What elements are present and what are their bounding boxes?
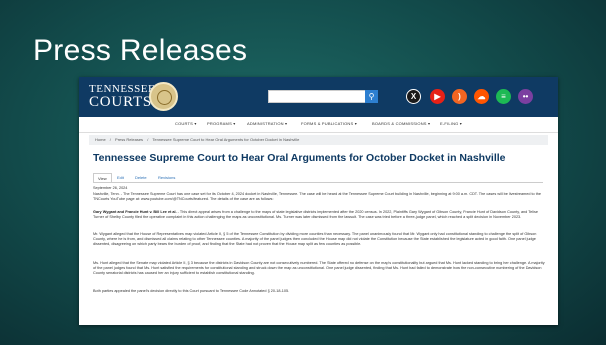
- nav-item-courts[interactable]: COURTS ▾: [175, 121, 197, 126]
- search-icon: ⚲: [368, 92, 375, 101]
- breadcrumb-current: Tennessee Supreme Court to Hear Oral Arg…: [152, 137, 300, 142]
- search-button[interactable]: ⚲: [365, 90, 378, 103]
- flickr-icon[interactable]: ••: [518, 89, 533, 104]
- nav-item-efiling[interactable]: E-FILING ▾: [440, 121, 462, 126]
- breadcrumb-separator: /: [147, 137, 149, 142]
- search-input[interactable]: [268, 90, 366, 103]
- tab-edit[interactable]: Edit: [113, 173, 128, 182]
- article-intro: Nashville, Tenn. - The Tennessee Supreme…: [93, 192, 542, 201]
- logo-line-2: COURTS: [89, 94, 153, 110]
- article-date: September 26, 2024: [93, 186, 128, 190]
- x-icon[interactable]: X: [406, 89, 421, 104]
- youtube-icon[interactable]: ▶: [430, 89, 445, 104]
- tab-revisions[interactable]: Revisions: [154, 173, 179, 182]
- soundcloud-icon[interactable]: ☁: [474, 89, 489, 104]
- site-logo[interactable]: TENNESSEE COURTS: [89, 83, 155, 110]
- article-paragraph-2: Mr. Wygant alleged that the House of Rep…: [93, 232, 537, 246]
- nav-item-administration[interactable]: ADMINISTRATION ▾: [247, 121, 287, 126]
- page-title: Tennessee Supreme Court to Hear Oral Arg…: [93, 152, 506, 164]
- state-seal-icon: [149, 82, 178, 111]
- rss-icon[interactable]: ): [452, 89, 467, 104]
- breadcrumb-press-releases[interactable]: Press Releases: [115, 137, 143, 142]
- case-name: Gary Wygant and Francie Hunt v. Bill Lee…: [93, 210, 177, 214]
- site-header: TENNESSEE COURTS ⚲ X ▶ ) ☁ ≡ ••: [79, 77, 558, 117]
- article-case-paragraph: Gary Wygant and Francie Hunt v. Bill Lee…: [93, 210, 545, 220]
- spotify-icon[interactable]: ≡: [496, 89, 511, 104]
- tabs-divider: [93, 182, 543, 183]
- website-screenshot: TENNESSEE COURTS ⚲ X ▶ ) ☁ ≡ •• COURTS ▾…: [79, 77, 558, 325]
- slide-title: Press Releases: [33, 34, 248, 67]
- nav-item-boards-commissions[interactable]: BOARDS & COMMISSIONS ▾: [372, 121, 430, 126]
- article-paragraph-4: Both parties appealed the panel's decisi…: [93, 289, 290, 293]
- breadcrumb: Home / Press Releases / Tennessee Suprem…: [89, 135, 548, 145]
- nav-item-forms-publications[interactable]: FORMS & PUBLICATIONS ▾: [301, 121, 357, 126]
- main-nav: COURTS ▾ PROGRAMS ▾ ADMINISTRATION ▾ FOR…: [79, 117, 558, 133]
- breadcrumb-separator: /: [109, 137, 111, 142]
- article-paragraph-3: Ms. Hunt alleged that the Senate map vio…: [93, 261, 545, 275]
- breadcrumb-home[interactable]: Home: [95, 137, 106, 142]
- tab-delete[interactable]: Delete: [131, 173, 151, 182]
- nav-item-programs[interactable]: PROGRAMS ▾: [207, 121, 235, 126]
